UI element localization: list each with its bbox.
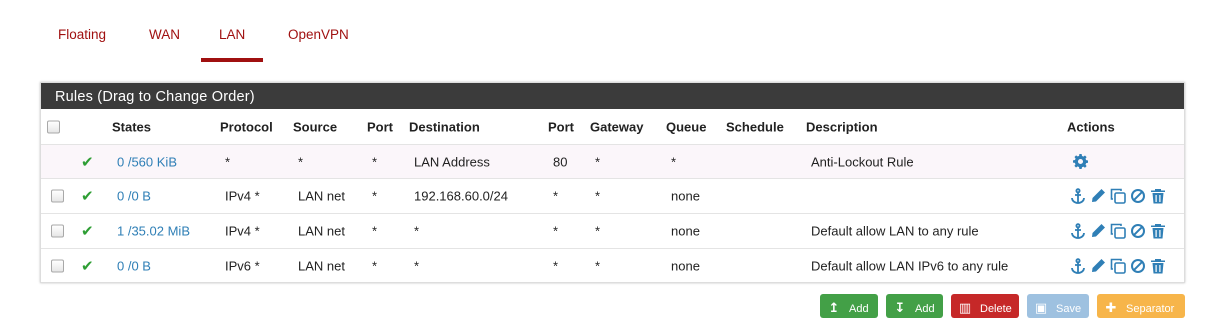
- table-row[interactable]: ✔ 0 /560 KiB * * * LAN Address 80 * * An…: [41, 145, 1184, 179]
- separator-button[interactable]: ✚ Separator: [1097, 294, 1185, 318]
- row-checkbox[interactable]: [51, 189, 64, 203]
- ban-icon[interactable]: [1129, 222, 1147, 240]
- states-link[interactable]: 0 /0 B: [117, 259, 151, 274]
- source-cell: LAN net: [298, 188, 345, 204]
- destination-cell: *: [414, 258, 420, 274]
- protocol-cell: IPv4 *: [225, 188, 260, 204]
- row-actions: [1069, 222, 1167, 240]
- col-gateway[interactable]: Gateway: [590, 120, 643, 135]
- ban-icon[interactable]: [1129, 257, 1147, 275]
- gateway-cell: *: [595, 258, 601, 274]
- ban-icon[interactable]: [1129, 187, 1147, 205]
- row-checkbox[interactable]: [51, 259, 64, 273]
- destination-cell: LAN Address: [414, 154, 490, 169]
- port-cell: *: [372, 188, 378, 204]
- gateway-cell: *: [595, 188, 601, 204]
- add-bottom-button[interactable]: ↧ Add: [886, 294, 943, 318]
- copy-icon[interactable]: [1109, 222, 1127, 240]
- source-cell: LAN net: [298, 223, 345, 239]
- tab-wan[interactable]: WAN: [149, 0, 180, 58]
- check-icon: ✔: [81, 258, 94, 275]
- col-queue[interactable]: Queue: [666, 120, 706, 135]
- rules-panel: Rules (Drag to Change Order) States Prot…: [40, 82, 1185, 283]
- source-cell: *: [298, 154, 304, 169]
- queue-cell: none: [671, 223, 700, 239]
- copy-icon[interactable]: [1109, 187, 1127, 205]
- dest-port-cell: *: [553, 223, 559, 239]
- source-cell: LAN net: [298, 258, 345, 274]
- trash-icon: ▥: [958, 300, 972, 315]
- col-states[interactable]: States: [112, 120, 151, 135]
- destination-cell: *: [414, 223, 420, 239]
- delete-button[interactable]: ▥ Delete: [951, 294, 1019, 318]
- port-cell: *: [372, 223, 378, 239]
- save-button[interactable]: ▣ Save: [1027, 294, 1089, 318]
- description-cell: Anti-Lockout Rule: [811, 154, 914, 169]
- pencil-icon[interactable]: [1089, 222, 1107, 240]
- panel-title: Rules (Drag to Change Order): [41, 83, 1184, 109]
- row-actions: [1071, 153, 1089, 171]
- trash-icon[interactable]: [1149, 257, 1167, 275]
- states-link[interactable]: 0 /560 KiB: [117, 154, 177, 169]
- col-schedule[interactable]: Schedule: [726, 120, 784, 135]
- arrow-down-icon: ↧: [894, 300, 906, 315]
- col-source[interactable]: Source: [293, 120, 337, 135]
- col-port[interactable]: Port: [367, 120, 393, 135]
- queue-cell: none: [671, 188, 700, 204]
- queue-cell: *: [671, 154, 677, 169]
- save-icon: ▣: [1034, 300, 1048, 315]
- protocol-cell: IPv4 *: [225, 223, 260, 239]
- check-icon: ✔: [81, 223, 94, 240]
- dest-port-cell: *: [553, 188, 559, 204]
- arrow-up-icon: ↥: [828, 300, 840, 315]
- trash-icon[interactable]: [1149, 187, 1167, 205]
- pencil-icon[interactable]: [1089, 257, 1107, 275]
- gear-icon[interactable]: [1071, 153, 1089, 171]
- plus-icon: ✚: [1105, 300, 1117, 315]
- check-icon: ✔: [81, 153, 94, 171]
- tab-lan[interactable]: LAN: [201, 0, 264, 62]
- row-checkbox[interactable]: [51, 224, 64, 238]
- trash-icon[interactable]: [1149, 222, 1167, 240]
- add-top-button[interactable]: ↥ Add: [820, 294, 878, 318]
- gateway-cell: *: [595, 154, 601, 169]
- copy-icon[interactable]: [1109, 257, 1127, 275]
- tab-floating[interactable]: Floating: [58, 0, 106, 58]
- port-cell: *: [372, 258, 378, 274]
- table-row[interactable]: ✔ 1 /35.02 MiB IPv4 * LAN net * * * * no…: [41, 214, 1184, 249]
- select-all-checkbox[interactable]: [47, 120, 60, 134]
- col-actions: Actions: [1067, 119, 1115, 135]
- description-cell: Default allow LAN to any rule: [811, 223, 979, 239]
- row-actions: [1069, 187, 1167, 205]
- anchor-icon[interactable]: [1069, 257, 1087, 275]
- col-protocol[interactable]: Protocol: [220, 120, 273, 135]
- queue-cell: none: [671, 258, 700, 274]
- col-destination[interactable]: Destination: [409, 120, 480, 135]
- table-header: States Protocol Source Port Destination …: [41, 110, 1184, 145]
- gateway-cell: *: [595, 223, 601, 239]
- row-actions: [1069, 257, 1167, 275]
- pencil-icon[interactable]: [1089, 187, 1107, 205]
- anchor-icon[interactable]: [1069, 222, 1087, 240]
- states-link[interactable]: 0 /0 B: [117, 189, 151, 204]
- description-cell: Default allow LAN IPv6 to any rule: [811, 258, 1009, 274]
- tab-openvpn[interactable]: OpenVPN: [288, 0, 349, 58]
- dest-port-cell: 80: [553, 154, 568, 169]
- protocol-cell: IPv6 *: [225, 258, 260, 274]
- states-link[interactable]: 1 /35.02 MiB: [117, 224, 190, 239]
- table-row[interactable]: ✔ 0 /0 B IPv4 * LAN net * 192.168.60.0/2…: [41, 179, 1184, 214]
- table-row[interactable]: ✔ 0 /0 B IPv6 * LAN net * * * * none Def…: [41, 249, 1184, 283]
- port-cell: *: [372, 154, 378, 169]
- col-description[interactable]: Description: [806, 120, 878, 135]
- dest-port-cell: *: [553, 258, 559, 274]
- check-icon: ✔: [81, 188, 94, 205]
- protocol-cell: *: [225, 154, 231, 169]
- col-dest-port[interactable]: Port: [548, 120, 574, 135]
- anchor-icon[interactable]: [1069, 187, 1087, 205]
- destination-cell: 192.168.60.0/24: [414, 188, 508, 204]
